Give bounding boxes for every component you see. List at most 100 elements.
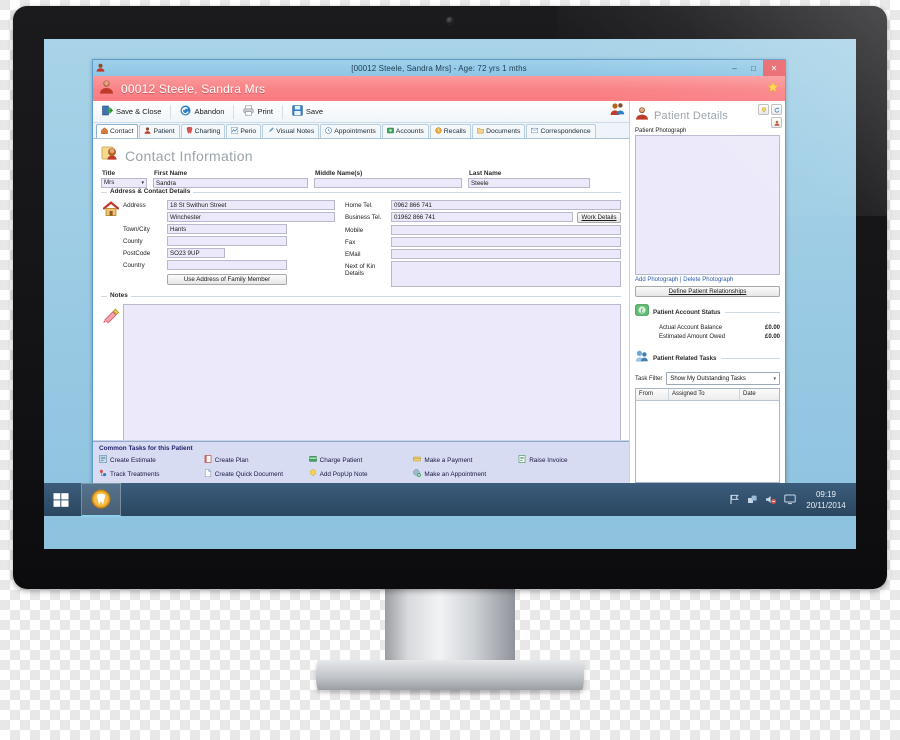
page-title: Contact Information (93, 139, 629, 170)
next-of-kin-label: Next of Kin Details (345, 263, 376, 277)
tab-accounts[interactable]: Accounts (381, 124, 429, 138)
task-raise-invoice[interactable]: Raise Invoice (518, 455, 623, 465)
notes-textarea[interactable] (123, 304, 621, 440)
address-line2-input[interactable]: Winchester (167, 212, 335, 222)
tab-appointments[interactable]: Appointments (320, 124, 381, 138)
tab-correspondence-label: Correspondence (540, 128, 591, 135)
display-icon[interactable] (784, 494, 796, 505)
common-tasks-panel: Common Tasks for this Patient Create Est… (93, 441, 629, 483)
first-name-input[interactable]: Sandra (153, 178, 308, 188)
taskbar-clock[interactable]: 09:19 20/11/2014 (802, 489, 856, 511)
taskbar-item-dental-app[interactable] (81, 482, 121, 517)
fax-input[interactable] (391, 237, 621, 247)
country-input[interactable] (167, 260, 287, 270)
monitor-stand-neck (385, 585, 515, 668)
network-icon[interactable] (747, 494, 758, 505)
favourite-star-icon[interactable] (766, 80, 780, 98)
mobile-input[interactable] (391, 225, 621, 235)
monitor-screen: [00012 Steele, Sandra Mrs] - Age: 72 yrs… (44, 39, 856, 549)
patient-photograph-box[interactable] (635, 135, 780, 275)
mobile-row: Mobile (345, 225, 621, 235)
patient-group-icon[interactable] (610, 102, 625, 121)
charge-icon (308, 455, 317, 465)
tab-charting[interactable]: Charting (180, 124, 226, 138)
help-bulb-button[interactable] (758, 104, 769, 115)
tab-perio[interactable]: Perio (226, 124, 262, 138)
home-tel-input[interactable]: 0962 866 741 (391, 200, 621, 210)
tab-visual-notes[interactable]: Visual Notes (262, 124, 320, 138)
country-label: Country (123, 262, 145, 269)
account-status-header: £ Patient Account Status (635, 303, 780, 322)
record-tabs: Contact Patient Charting Perio Visual No… (93, 123, 629, 139)
save-button[interactable]: Save (286, 102, 329, 122)
task-label: Raise Invoice (529, 456, 568, 464)
house-icon (102, 200, 120, 287)
address-row-1: Address 18 St Swithun Street (123, 200, 335, 210)
task-filter-select[interactable]: Show My Outstanding Tasks ▾ (666, 372, 780, 385)
postcode-input[interactable]: SO23 9UP (167, 248, 225, 258)
column-from[interactable]: From (636, 389, 669, 400)
task-add-popup-note[interactable]: Add PopUp Note (309, 469, 414, 479)
county-input[interactable] (167, 236, 287, 246)
business-tel-row: Business Tel. 01962 866 741 Work Details (345, 212, 621, 223)
title-select[interactable]: Mrs ▾ (101, 178, 147, 188)
first-name-label: First Name (154, 170, 188, 177)
tasks-table-body[interactable] (636, 401, 779, 482)
column-assigned-to[interactable]: Assigned To (669, 389, 740, 400)
add-photograph-link[interactable]: Add Photograph (635, 277, 678, 283)
address-left-column: Address 18 St Swithun Street Winchester (102, 200, 335, 287)
start-button[interactable] (44, 483, 78, 516)
contact-form: Contact Information Title Mrs ▾ First Na… (93, 139, 629, 441)
tab-charting-label: Charting (194, 128, 221, 135)
email-input[interactable] (391, 249, 621, 259)
estimate-icon (99, 455, 107, 465)
next-of-kin-input[interactable] (391, 261, 621, 287)
work-details-button[interactable]: Work Details (577, 212, 621, 223)
last-name-input[interactable]: Steele (468, 178, 590, 188)
use-address-of-family-member-button[interactable]: Use Address of Family Member (167, 274, 287, 285)
postcode-label: PostCode (123, 250, 151, 257)
toolbar-separator (170, 104, 172, 119)
fax-label: Fax (345, 239, 356, 246)
patient-details-title: Patient Details (654, 109, 728, 122)
tab-recalls-label: Recalls (443, 128, 467, 135)
amount-owed-value: £0.00 (764, 334, 780, 340)
column-date[interactable]: Date (740, 389, 779, 400)
account-status-title: Patient Account Status (653, 309, 721, 316)
refresh-button[interactable] (771, 104, 782, 115)
title-value: Mrs (104, 179, 115, 186)
task-create-plan[interactable]: Create Plan (204, 455, 309, 465)
town-city-input[interactable]: Hants (167, 224, 287, 234)
task-make-an-appointment[interactable]: Make an Appointment (413, 469, 518, 479)
task-make-a-payment[interactable]: Make a Payment (413, 455, 518, 465)
task-create-estimate[interactable]: Create Estimate (99, 455, 204, 465)
action-center-flag-icon[interactable] (729, 494, 740, 505)
print-button[interactable]: Print (237, 102, 278, 122)
abandon-button[interactable]: Abandon (174, 102, 230, 122)
tab-patient[interactable]: Patient (139, 124, 180, 138)
tab-recalls[interactable]: Recalls (429, 124, 472, 138)
tab-correspondence[interactable]: Correspondence (526, 124, 596, 138)
delete-photograph-link[interactable]: Delete Photograph (683, 277, 733, 283)
tab-documents[interactable]: Documents (472, 124, 526, 138)
tooth-icon (186, 126, 193, 136)
save-and-close-label: Save & Close (116, 107, 162, 116)
volume-muted-icon[interactable] (765, 494, 777, 505)
task-charge-patient[interactable]: Charge Patient (308, 455, 414, 465)
account-balance-row: Actual Account Balance £0.00 (635, 325, 780, 331)
tab-contact[interactable]: Contact (96, 124, 139, 138)
family-address-spacer (123, 274, 163, 276)
address-row-2: Winchester (123, 212, 335, 222)
task-create-quick-document[interactable]: Create Quick Document (204, 469, 309, 479)
business-tel-input[interactable]: 01962 866 741 (391, 212, 573, 222)
middle-names-input[interactable] (314, 178, 462, 188)
address-line1-input[interactable]: 18 St Swithun Street (167, 200, 335, 210)
county-label: County (123, 238, 143, 245)
save-and-close-button[interactable]: Save & Close (96, 102, 167, 122)
task-track-treatments[interactable]: Track Treatments (99, 469, 204, 479)
field-last-name: Last Name Steele (468, 170, 590, 188)
monitor-stand-base (316, 660, 584, 690)
patient-shortcut-button[interactable] (771, 117, 782, 128)
next-of-kin-row: Next of Kin Details (345, 261, 621, 287)
define-patient-relationships-button[interactable]: Define Patient Relationships (635, 286, 780, 297)
